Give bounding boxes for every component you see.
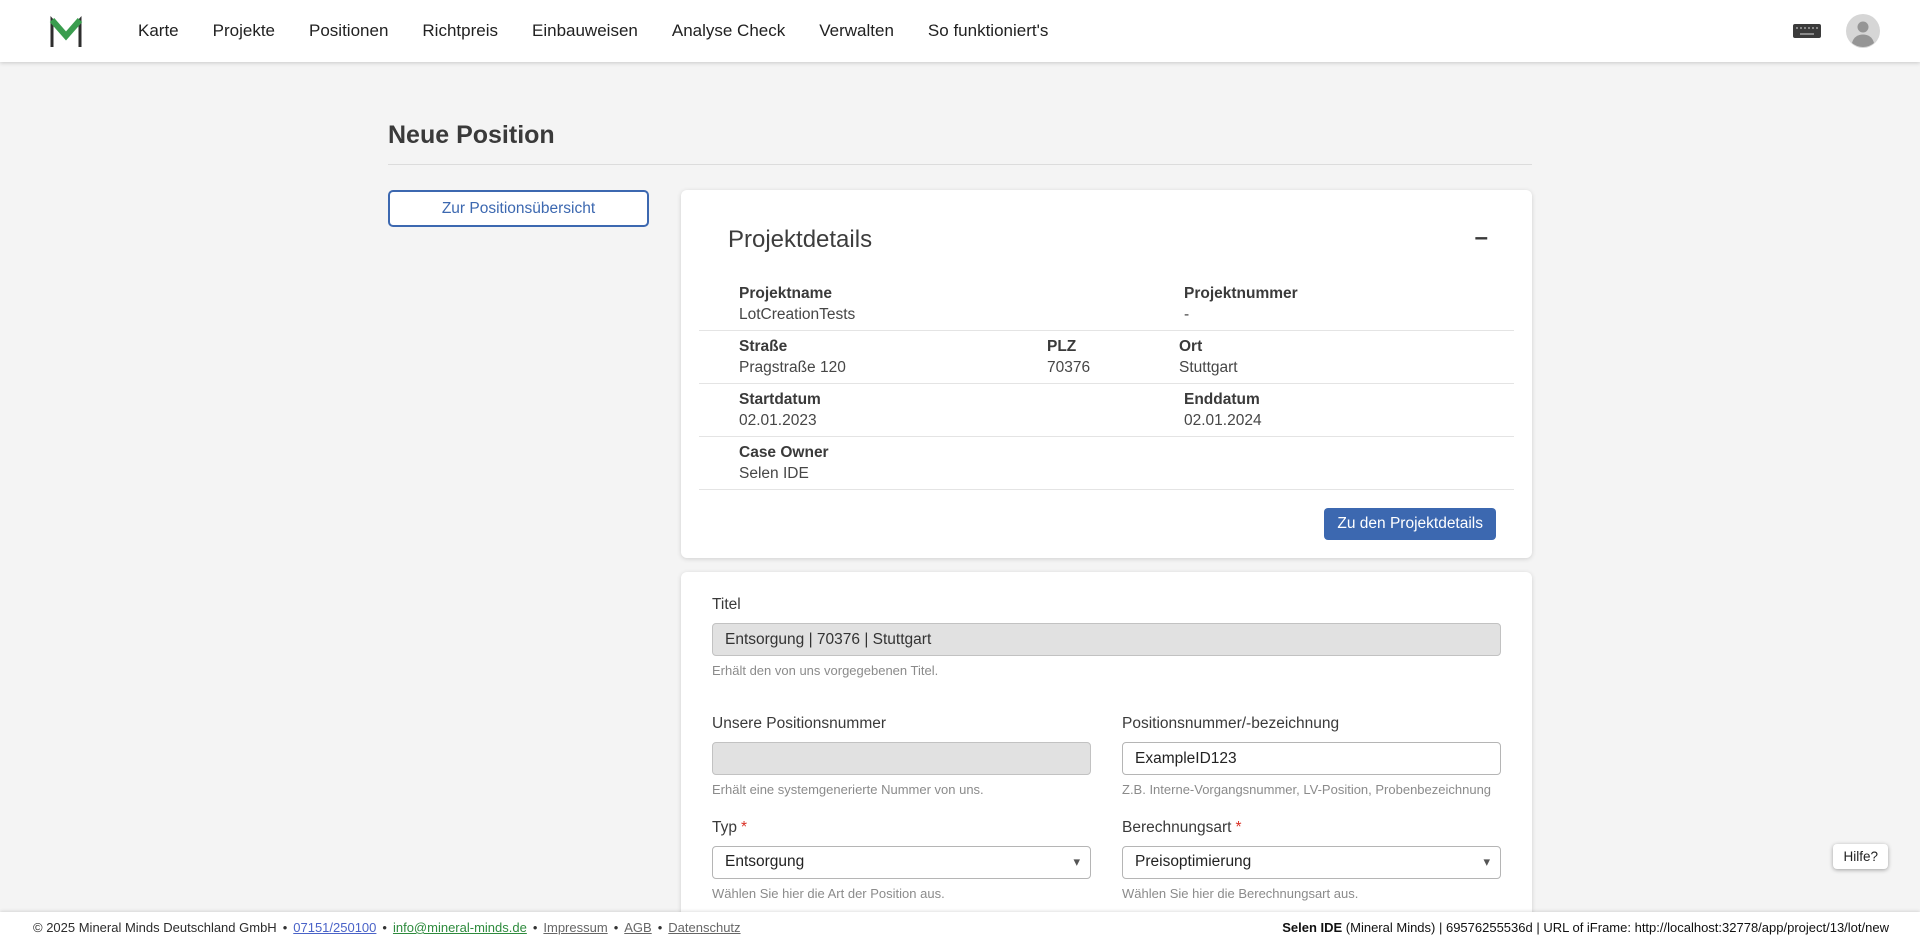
- field-strasse: Straße Pragstraße 120: [739, 336, 1047, 378]
- typ-label: Typ: [712, 819, 737, 837]
- positionsnummer-input[interactable]: [1122, 742, 1501, 775]
- table-row: Startdatum 02.01.2023 Enddatum 02.01.202…: [699, 384, 1514, 437]
- field-ort: Ort Stuttgart: [1179, 336, 1514, 378]
- nav-item-einbauweisen[interactable]: Einbauweisen: [532, 21, 638, 41]
- positionsnummer-help: Z.B. Interne-Vorgangsnummer, LV-Position…: [1122, 782, 1501, 798]
- nav-item-analyse-check[interactable]: Analyse Check: [672, 21, 785, 41]
- app-logo[interactable]: [46, 11, 86, 51]
- field-projektname: Projektname LotCreationTests: [739, 283, 1184, 325]
- bullet-separator: •: [533, 920, 538, 935]
- titel-label: Titel: [712, 596, 741, 614]
- project-details-card: Projektdetails – Projektname LotCreation…: [681, 190, 1532, 558]
- position-form-card: Titel Erhält den von uns vorgegebenen Ti…: [681, 572, 1532, 943]
- unsere-positionsnummer-field: Unsere Positionsnummer Erhält eine syste…: [712, 715, 1091, 798]
- table-row: Case Owner Selen IDE: [699, 437, 1514, 490]
- footer-session-details: (Mineral Minds) | 69576255536d | URL of …: [1346, 920, 1889, 935]
- field-enddatum: Enddatum 02.01.2024: [1184, 389, 1514, 431]
- main-nav: Karte Projekte Positionen Richtpreis Ein…: [138, 21, 1792, 41]
- titel-field: Titel Erhält den von uns vorgegebenen Ti…: [712, 596, 1501, 679]
- titel-input: [712, 623, 1501, 656]
- keyboard-icon[interactable]: [1792, 21, 1822, 41]
- nav-item-so-funktionierts[interactable]: So funktioniert's: [928, 21, 1048, 41]
- chevron-down-icon: ▾: [1073, 854, 1080, 870]
- nav-right-actions: [1792, 14, 1880, 48]
- unsere-positionsnummer-label: Unsere Positionsnummer: [712, 715, 886, 733]
- typ-field: Typ* Entsorgung ▾ Wählen Sie hier die Ar…: [712, 819, 1091, 902]
- footer-user-name: Selen IDE: [1282, 920, 1342, 935]
- berechnungsart-help: Wählen Sie hier die Berechnungsart aus.: [1122, 886, 1501, 902]
- mineral-minds-logo-icon: [46, 11, 86, 51]
- field-projektnummer: Projektnummer -: [1184, 283, 1514, 325]
- person-icon: [1846, 14, 1880, 48]
- required-asterisk: *: [741, 819, 747, 836]
- copyright-text: © 2025 Mineral Minds Deutschland GmbH: [33, 920, 277, 935]
- project-details-title: Projektdetails: [728, 226, 1488, 254]
- right-column: Projektdetails – Projektname LotCreation…: [681, 190, 1532, 943]
- nav-item-richtpreis[interactable]: Richtpreis: [422, 21, 498, 41]
- left-column: Zur Positionsübersicht: [388, 190, 649, 227]
- footer-impressum-link[interactable]: Impressum: [543, 920, 607, 935]
- footer-email-link[interactable]: info@mineral-minds.de: [393, 920, 527, 935]
- collapse-icon[interactable]: –: [1475, 226, 1488, 250]
- berechnungsart-field: Berechnungsart* Preisoptimierung ▾ Wähle…: [1122, 819, 1501, 902]
- required-asterisk: *: [1235, 819, 1241, 836]
- berechnungsart-select[interactable]: Preisoptimierung ▾: [1122, 846, 1501, 879]
- footer-left: © 2025 Mineral Minds Deutschland GmbH • …: [33, 920, 741, 935]
- footer-phone-link[interactable]: 07151/250100: [293, 920, 376, 935]
- to-project-details-button[interactable]: Zu den Projektdetails: [1324, 508, 1496, 540]
- project-details-table: Projektname LotCreationTests Projektnumm…: [699, 278, 1514, 490]
- field-startdatum: Startdatum 02.01.2023: [739, 389, 1184, 431]
- positionsnummer-label: Positionsnummer/-bezeichnung: [1122, 715, 1339, 733]
- table-row: Straße Pragstraße 120 PLZ 70376 Ort Stut…: [699, 331, 1514, 384]
- berechnungsart-select-value: Preisoptimierung: [1135, 853, 1251, 871]
- titel-help: Erhält den von uns vorgegebenen Titel.: [712, 663, 1501, 679]
- nav-item-positionen[interactable]: Positionen: [309, 21, 388, 41]
- bullet-separator: •: [658, 920, 663, 935]
- positionsnummer-field: Positionsnummer/-bezeichnung Z.B. Intern…: [1122, 715, 1501, 798]
- nav-item-verwalten[interactable]: Verwalten: [819, 21, 894, 41]
- chevron-down-icon: ▾: [1483, 854, 1490, 870]
- footer-datenschutz-link[interactable]: Datenschutz: [668, 920, 740, 935]
- unsere-positionsnummer-input: [712, 742, 1091, 775]
- table-row: Projektname LotCreationTests Projektnumm…: [699, 278, 1514, 331]
- footer: © 2025 Mineral Minds Deutschland GmbH • …: [0, 912, 1920, 943]
- back-to-positions-button[interactable]: Zur Positionsübersicht: [388, 190, 649, 227]
- unsere-positionsnummer-help: Erhält eine systemgenerierte Nummer von …: [712, 782, 1091, 798]
- typ-select-value: Entsorgung: [725, 853, 804, 871]
- user-avatar[interactable]: [1846, 14, 1880, 48]
- bullet-separator: •: [283, 920, 288, 935]
- typ-help: Wählen Sie hier die Art der Position aus…: [712, 886, 1091, 902]
- field-case-owner: Case Owner Selen IDE: [739, 442, 1184, 484]
- main-content: Neue Position Zur Positionsübersicht Pro…: [0, 62, 1920, 943]
- berechnungsart-label: Berechnungsart: [1122, 819, 1231, 837]
- top-navbar: Karte Projekte Positionen Richtpreis Ein…: [0, 0, 1920, 62]
- nav-item-projekte[interactable]: Projekte: [213, 21, 275, 41]
- typ-select[interactable]: Entsorgung ▾: [712, 846, 1091, 879]
- help-button[interactable]: Hilfe?: [1833, 844, 1888, 869]
- bullet-separator: •: [614, 920, 619, 935]
- footer-session-info: Selen IDE (Mineral Minds) | 69576255536d…: [1282, 920, 1889, 935]
- field-plz: PLZ 70376: [1047, 336, 1179, 378]
- page-title: Neue Position: [388, 62, 1532, 165]
- footer-agb-link[interactable]: AGB: [624, 920, 651, 935]
- bullet-separator: •: [382, 920, 387, 935]
- nav-item-karte[interactable]: Karte: [138, 21, 179, 41]
